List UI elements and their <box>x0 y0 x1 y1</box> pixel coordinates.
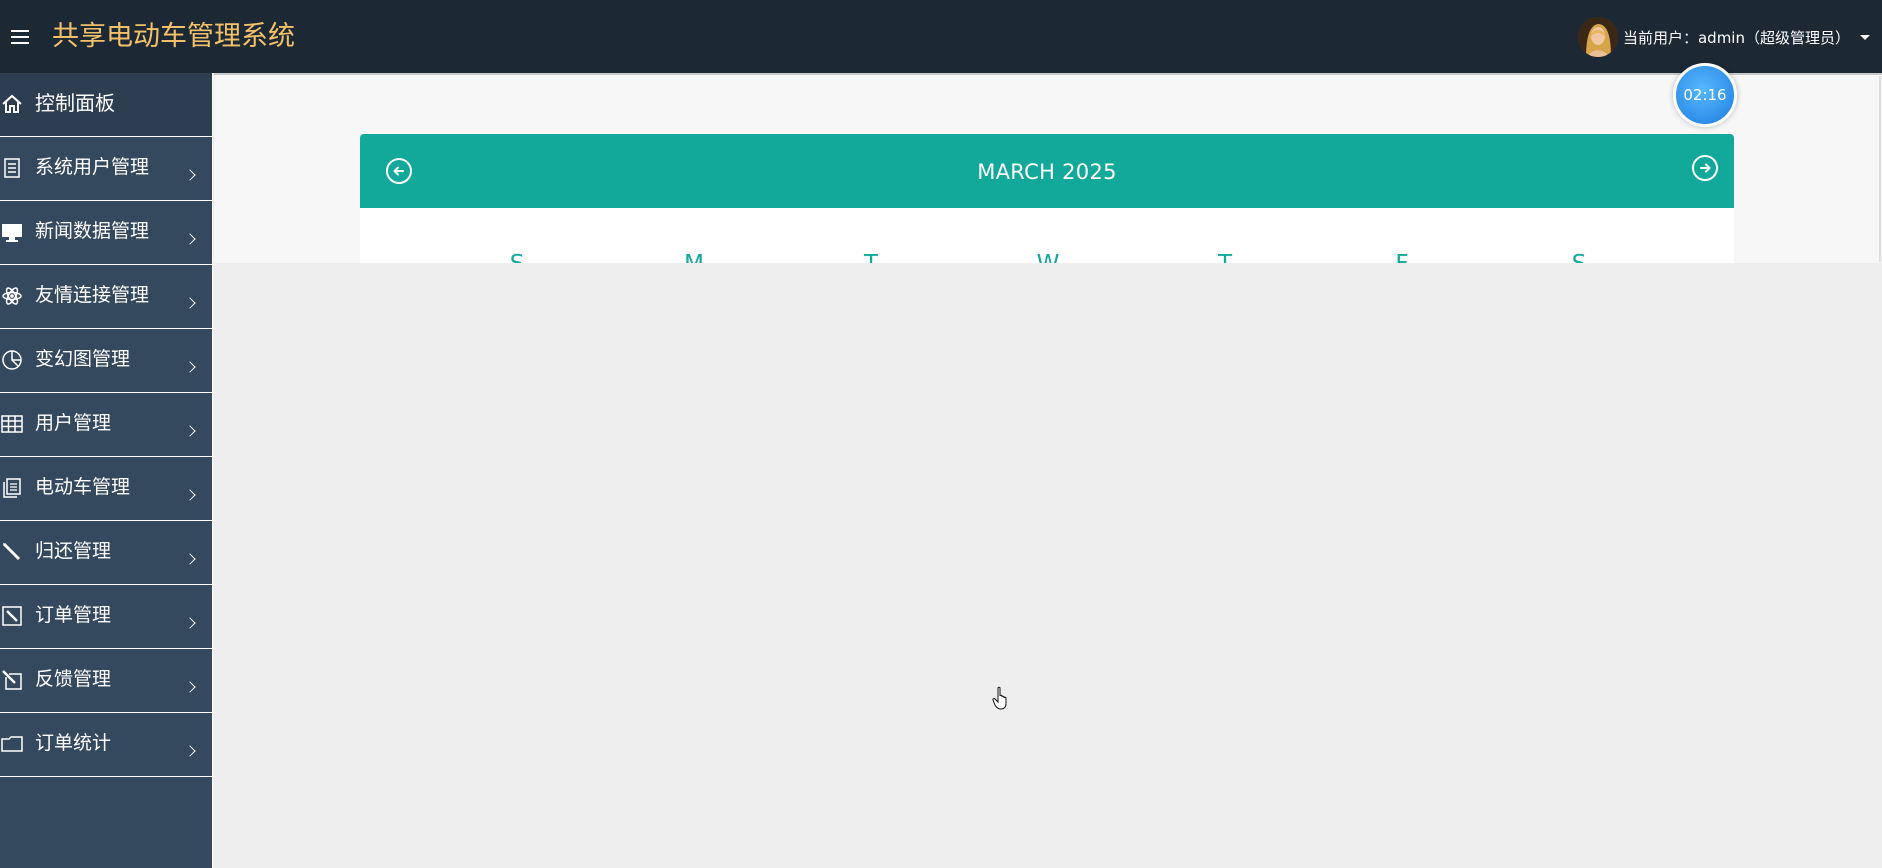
weekday-label: M <box>664 249 724 263</box>
weekday-label: F <box>1372 249 1432 263</box>
sidebar-item-label: 反馈管理 <box>35 668 112 690</box>
chevron-right-icon <box>184 745 196 757</box>
chevron-right-icon <box>184 617 196 629</box>
sidebar-item-news[interactable]: 新闻数据管理 <box>0 201 212 265</box>
chevron-right-icon <box>184 489 196 501</box>
sidebar-item-banners[interactable]: 变幻图管理 <box>0 329 212 393</box>
edit-note-icon <box>2 670 22 690</box>
atom-icon <box>2 287 22 305</box>
sidebar-item-label: 订单管理 <box>35 604 112 626</box>
chevron-right-icon <box>184 233 196 245</box>
weekday-label: S <box>487 249 547 263</box>
scrollbar-track[interactable] <box>1879 76 1881 262</box>
monitor-icon <box>2 224 22 242</box>
chevron-right-icon <box>184 297 196 309</box>
pencil-icon <box>2 542 21 561</box>
sidebar-item-returns[interactable]: 归还管理 <box>0 521 212 585</box>
hand-pointer-icon <box>992 686 1007 710</box>
sidebar-item-friend-links[interactable]: 友情连接管理 <box>0 265 212 329</box>
sidebar-item-label: 归还管理 <box>35 540 112 562</box>
weekday-label: W <box>1018 249 1078 263</box>
sidebar-item-label: 系统用户管理 <box>35 156 150 178</box>
timer-badge[interactable]: 02:16 <box>1673 63 1737 127</box>
sidebar-item-feedback[interactable]: 反馈管理 <box>0 649 212 713</box>
calendar-month-title: MARCH 2025 <box>977 160 1117 184</box>
app-title: 共享电动车管理系统 <box>52 21 295 52</box>
top-bar: 共享电动车管理系统 当前用户：admin（超级管理员） <box>0 0 1882 73</box>
sidebar: 控制面板 系统用户管理 新闻数据管理 友情连接管理 变幻图管理 用户管理 电动车… <box>0 73 213 868</box>
sidebar-item-users[interactable]: 用户管理 <box>0 393 212 457</box>
sidebar-item-label: 友情连接管理 <box>35 284 150 306</box>
home-icon <box>2 94 22 113</box>
weekday-label: T <box>841 249 901 263</box>
user-menu[interactable]: 当前用户：admin（超级管理员） <box>1577 17 1870 57</box>
stacked-pages-icon <box>3 478 21 498</box>
document-list-icon <box>4 158 20 178</box>
current-user-label: 当前用户：admin（超级管理员） <box>1622 28 1850 47</box>
sidebar-item-label: 电动车管理 <box>35 476 131 498</box>
content-top-divider <box>214 73 1882 75</box>
edit-square-icon <box>2 606 22 626</box>
arrow-right-circle-icon[interactable] <box>1692 155 1718 181</box>
calendar-widget: MARCH 2025 S M T W T F S <box>360 134 1734 263</box>
user-avatar <box>1577 17 1618 57</box>
chevron-down-icon <box>1860 34 1870 40</box>
sidebar-item-label: 控制面板 <box>35 91 115 115</box>
pie-chart-icon <box>2 350 22 370</box>
table-grid-icon <box>1 415 23 433</box>
sidebar-item-label: 新闻数据管理 <box>35 220 150 242</box>
sidebar-item-label: 用户管理 <box>35 412 112 434</box>
folder-icon <box>1 736 23 752</box>
main-content: MARCH 2025 S M T W T F S <box>214 73 1882 263</box>
sidebar-item-label: 订单统计 <box>35 732 112 754</box>
chevron-right-icon <box>184 553 196 565</box>
calendar-header: MARCH 2025 <box>360 134 1734 208</box>
weekday-label: T <box>1195 249 1255 263</box>
content-empty-area <box>214 263 1882 868</box>
sidebar-item-dashboard[interactable]: 控制面板 <box>0 73 212 137</box>
sidebar-item-ebikes[interactable]: 电动车管理 <box>0 457 212 521</box>
chevron-right-icon <box>184 425 196 437</box>
chevron-right-icon <box>184 361 196 373</box>
chevron-right-icon <box>184 169 196 181</box>
weekday-label: S <box>1549 249 1609 263</box>
sidebar-item-orders[interactable]: 订单管理 <box>0 585 212 649</box>
sidebar-item-label: 变幻图管理 <box>35 348 131 370</box>
hamburger-icon[interactable] <box>11 30 29 44</box>
sidebar-item-system-users[interactable]: 系统用户管理 <box>0 137 212 201</box>
chevron-right-icon <box>184 681 196 693</box>
sidebar-item-order-stats[interactable]: 订单统计 <box>0 713 212 777</box>
